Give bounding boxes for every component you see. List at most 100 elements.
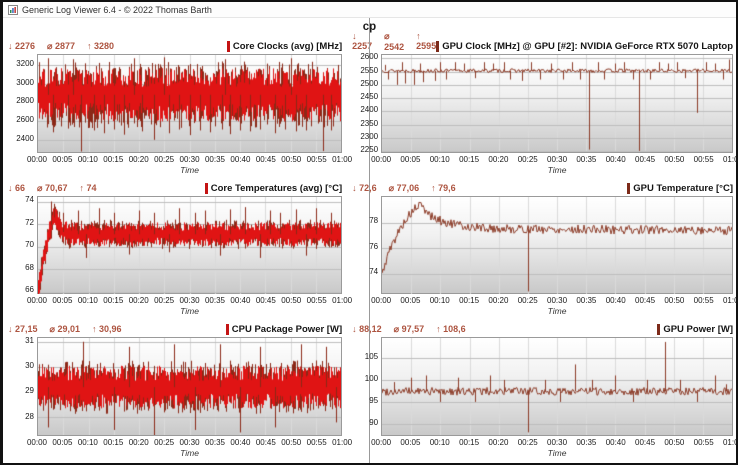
avg-diameter-icon: ⌀ — [393, 324, 400, 335]
x-tick-label: 00:15 — [459, 296, 480, 306]
x-tick-label: 00:10 — [77, 296, 98, 306]
stat-max-value: 79,6 — [438, 182, 456, 193]
time-axis-label: Time — [180, 306, 199, 317]
x-tick-label: 00:40 — [605, 296, 626, 306]
y-tick-label: 90 — [369, 418, 379, 428]
x-tick-label: 00:35 — [576, 296, 597, 306]
chart-header: ↓ 72,6 ⌀ 77,06 ↑ 79,6 GPU Temperature [°… — [352, 180, 733, 194]
x-tick-label: 00:25 — [154, 154, 175, 164]
chart-header: ↓ 88,12 ⌀ 97,57 ↑ 108,6 GPU Power [W] — [352, 321, 733, 336]
x-tick-label: 00:45 — [255, 154, 276, 164]
x-tick-label: 00:00 — [26, 296, 48, 306]
x-tick-label: 01:00 — [722, 296, 738, 306]
chart-title-wrap: GPU Clock [MHz] @ GPU [#2]: NVIDIA GeFor… — [436, 41, 733, 52]
plot-area[interactable] — [381, 337, 733, 436]
chart-panel: ↓ 2276 ⌀ 2877 ↑ 3280 Core Clocks (avg) [… — [8, 35, 352, 177]
stat-avg-value: 70,67 — [44, 182, 68, 193]
x-tick-label: 00:10 — [77, 154, 98, 164]
x-tick-label: 00:20 — [128, 438, 149, 447]
x-tick-label: 00:50 — [664, 154, 685, 164]
min-arrow-icon: ↓ — [352, 31, 357, 41]
x-tick-label: 00:25 — [517, 296, 538, 306]
x-tick-label: 00:55 — [306, 438, 327, 447]
x-axis: 00:00 00:05 00:10 00:15 00:20 00:25 00:30 00:35… — [27, 296, 352, 306]
chart-title-wrap: GPU Temperature [°C] — [627, 182, 733, 194]
chart-canvas[interactable] — [38, 196, 341, 294]
chart-header: ↓ 66 ⌀ 70,67 ↑ 74 Core Temperatures (avg… — [8, 180, 342, 194]
stat-max: ↑ 108,6 — [436, 324, 466, 335]
chart-canvas[interactable] — [382, 55, 733, 152]
x-tick-label: 00:55 — [306, 154, 327, 164]
x-tick-label: 00:30 — [547, 154, 568, 164]
series-color-icon — [226, 41, 230, 52]
chart-title: GPU Power [W] — [663, 324, 733, 336]
plot-area[interactable] — [37, 54, 343, 153]
y-tick-label: 76 — [369, 241, 379, 251]
min-arrow-icon: ↓ — [352, 182, 357, 193]
x-tick-label: 00:50 — [281, 438, 302, 447]
chart-stats: ↓ 2257 ⌀ 2542 ↑ 2595 — [352, 31, 436, 52]
plot-row: 2400 2600 2800 3000 3200 — [8, 54, 343, 153]
chart-canvas[interactable] — [38, 338, 341, 436]
chart-canvas[interactable] — [38, 55, 341, 152]
x-axis: 00:00 00:05 00:10 00:15 00:20 00:25 00:30 00:35… — [371, 296, 738, 306]
y-tick-label: 28 — [25, 411, 34, 421]
chart-panel: ↓ 66 ⌀ 70,67 ↑ 74 Core Temperatures (avg… — [8, 177, 352, 319]
x-tick-label: 00:00 — [26, 438, 48, 447]
series-color-icon — [225, 324, 229, 336]
x-tick-label: 00:55 — [693, 438, 714, 447]
plot-area[interactable] — [37, 195, 343, 295]
x-tick-label: 00:40 — [230, 154, 251, 164]
x-tick-label: 00:05 — [52, 154, 73, 164]
stat-avg: ⌀ 70,67 — [37, 183, 67, 194]
y-tick-label: 2800 — [16, 96, 34, 106]
stat-min-value: 66 — [15, 182, 26, 193]
x-tick-label: 00:15 — [459, 154, 480, 164]
avg-diameter-icon: ⌀ — [384, 31, 390, 41]
stat-max-value: 2595 — [416, 41, 437, 51]
plot-area[interactable] — [381, 195, 733, 295]
y-axis: 66 68 70 72 74 — [8, 196, 37, 295]
x-tick-label: 00:40 — [605, 438, 626, 447]
stat-max: ↑ 2595 — [416, 31, 436, 52]
x-tick-label: 00:20 — [128, 296, 149, 306]
chart-canvas[interactable] — [382, 196, 733, 294]
max-arrow-icon: ↑ — [436, 324, 441, 335]
window-title: Generic Log Viewer 6.4 - © 2022 Thomas B… — [22, 4, 212, 15]
y-tick-label: 2600 — [16, 115, 34, 125]
stat-min-value: 88,12 — [359, 324, 382, 335]
x-tick-label: 00:55 — [693, 296, 714, 306]
series-color-icon — [627, 182, 631, 194]
y-tick-label: 2400 — [16, 133, 34, 143]
stat-avg-value: 29,01 — [57, 324, 81, 335]
plot-area[interactable] — [381, 54, 733, 153]
x-tick-label: 00:45 — [635, 296, 656, 306]
chart-stats: ↓ 66 ⌀ 70,67 ↑ 74 — [8, 183, 97, 194]
chart-title-wrap: Core Temperatures (avg) [°C] — [204, 182, 342, 194]
x-tick-label: 00:50 — [664, 438, 685, 447]
chart-title: GPU Clock [MHz] @ GPU [#2]: NVIDIA GeFor… — [442, 41, 733, 52]
chart-panel: ↓ 2257 ⌀ 2542 ↑ 2595 GPU Clock [MHz] @ G… — [352, 31, 738, 177]
stat-min: ↓ 27,15 — [8, 324, 38, 335]
chart-canvas[interactable] — [382, 338, 733, 436]
stat-avg-value: 2877 — [54, 41, 76, 51]
x-tick-label: 00:35 — [204, 154, 225, 164]
max-arrow-icon: ↑ — [79, 182, 85, 193]
x-tick-label: 00:35 — [204, 438, 225, 447]
plot-row: 28 29 30 31 — [8, 337, 343, 436]
title-bar: Generic Log Viewer 6.4 - © 2022 Thomas B… — [3, 2, 736, 18]
y-tick-label: 2350 — [360, 118, 379, 128]
time-axis-label: Time — [547, 164, 567, 175]
stat-avg-value: 2542 — [384, 42, 405, 52]
app-window: Generic Log Viewer 6.4 - © 2022 Thomas B… — [0, 0, 738, 465]
y-axis: 90 95 100 105 — [352, 337, 381, 436]
x-tick-label: 00:35 — [204, 296, 225, 306]
y-tick-label: 2450 — [360, 92, 379, 102]
plot-area[interactable] — [37, 337, 343, 436]
stat-avg: ⌀ 29,01 — [50, 324, 80, 335]
x-tick-label: 00:25 — [154, 438, 175, 447]
y-tick-label: 30 — [25, 361, 34, 371]
y-tick-label: 68 — [25, 262, 34, 272]
stat-max-value: 30,96 — [99, 324, 122, 335]
x-tick-label: 00:45 — [255, 296, 276, 306]
